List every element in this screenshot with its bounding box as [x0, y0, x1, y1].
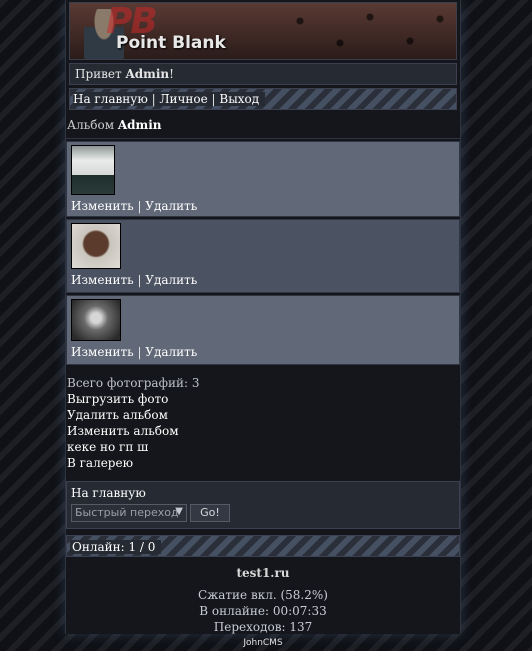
quick-jump-select[interactable]: Быстрый переход ▼	[71, 504, 187, 522]
site-name: test1.ru	[236, 566, 290, 580]
photo-edit-link[interactable]: Изменить	[71, 273, 134, 287]
album-stats: Всего фотографий: 3 Выгрузить фото Удали…	[66, 365, 460, 475]
go-button[interactable]: Go!	[190, 504, 230, 522]
album-owner: Admin	[117, 118, 162, 132]
footer-home-link[interactable]: На главную	[71, 486, 146, 500]
transitions-count: Переходов: 137	[213, 620, 313, 634]
cms-credit[interactable]: JohnCMS	[66, 635, 460, 651]
greeting-user: Admin	[125, 67, 170, 81]
page-container: PB Point Blank Привет Admin! На главную …	[65, 0, 461, 648]
nav-logout-link[interactable]: Выход	[219, 92, 259, 106]
footer-nav: На главную Быстрый переход ▼ Go!	[66, 481, 460, 529]
site-footer: test1.ru Сжатие вкл. (58.2%) В онлайне: …	[66, 557, 460, 651]
online-time: В онлайне: 00:07:33	[199, 604, 327, 618]
photo-item: Изменить | Удалить	[66, 219, 460, 293]
action-separator: |	[133, 345, 146, 359]
photo-actions: Изменить | Удалить	[71, 199, 455, 213]
photo-item: Изменить | Удалить	[66, 295, 460, 365]
greeting-suffix: !	[169, 67, 174, 81]
site-logo[interactable]: PB Point Blank	[69, 2, 457, 60]
action-separator: |	[133, 199, 146, 213]
photo-thumbnail[interactable]	[71, 223, 121, 269]
online-link[interactable]: Онлайн: 1 / 0	[72, 540, 155, 554]
photo-delete-link[interactable]: Удалить	[145, 345, 197, 359]
photo-item: Изменить | Удалить	[66, 141, 460, 217]
photo-edit-link[interactable]: Изменить	[71, 199, 134, 213]
edit-album-link[interactable]: Изменить альбом	[67, 424, 179, 438]
photo-thumbnail[interactable]	[71, 299, 121, 341]
upload-photo-link[interactable]: Выгрузить фото	[67, 392, 168, 406]
random-link[interactable]: кеке но гп ш	[67, 440, 148, 454]
photo-thumbnail[interactable]	[71, 145, 115, 195]
photo-edit-link[interactable]: Изменить	[71, 345, 134, 359]
online-bar: Онлайн: 1 / 0	[66, 535, 460, 557]
nav-personal-link[interactable]: Личное	[159, 92, 207, 106]
photo-delete-link[interactable]: Удалить	[145, 199, 197, 213]
gallery-link[interactable]: В галерею	[67, 456, 133, 470]
chevron-down-icon: ▼	[175, 506, 183, 517]
nav-home-link[interactable]: На главную	[73, 92, 148, 106]
nav-separator: |	[207, 92, 220, 106]
delete-album-link[interactable]: Удалить альбом	[67, 408, 168, 422]
album-title-prefix: Альбом	[67, 118, 118, 132]
photo-actions: Изменить | Удалить	[71, 273, 455, 287]
quick-jump-value: Быстрый переход	[75, 506, 179, 519]
nav-separator: |	[147, 92, 160, 106]
quick-jump-row: Быстрый переход ▼ Go!	[71, 504, 455, 522]
photo-actions: Изменить | Удалить	[71, 345, 455, 359]
greeting-bar: Привет Admin!	[69, 63, 457, 85]
photo-count: Всего фотографий: 3	[67, 376, 200, 390]
album-title: Альбом Admin	[66, 110, 460, 139]
logo-text: Point Blank	[116, 33, 226, 53]
photo-delete-link[interactable]: Удалить	[145, 273, 197, 287]
greeting-prefix: Привет	[75, 67, 126, 81]
compression-status: Сжатие вкл. (58.2%)	[198, 588, 328, 602]
action-separator: |	[133, 273, 146, 287]
top-nav: На главную | Личное | Выход	[69, 88, 457, 110]
